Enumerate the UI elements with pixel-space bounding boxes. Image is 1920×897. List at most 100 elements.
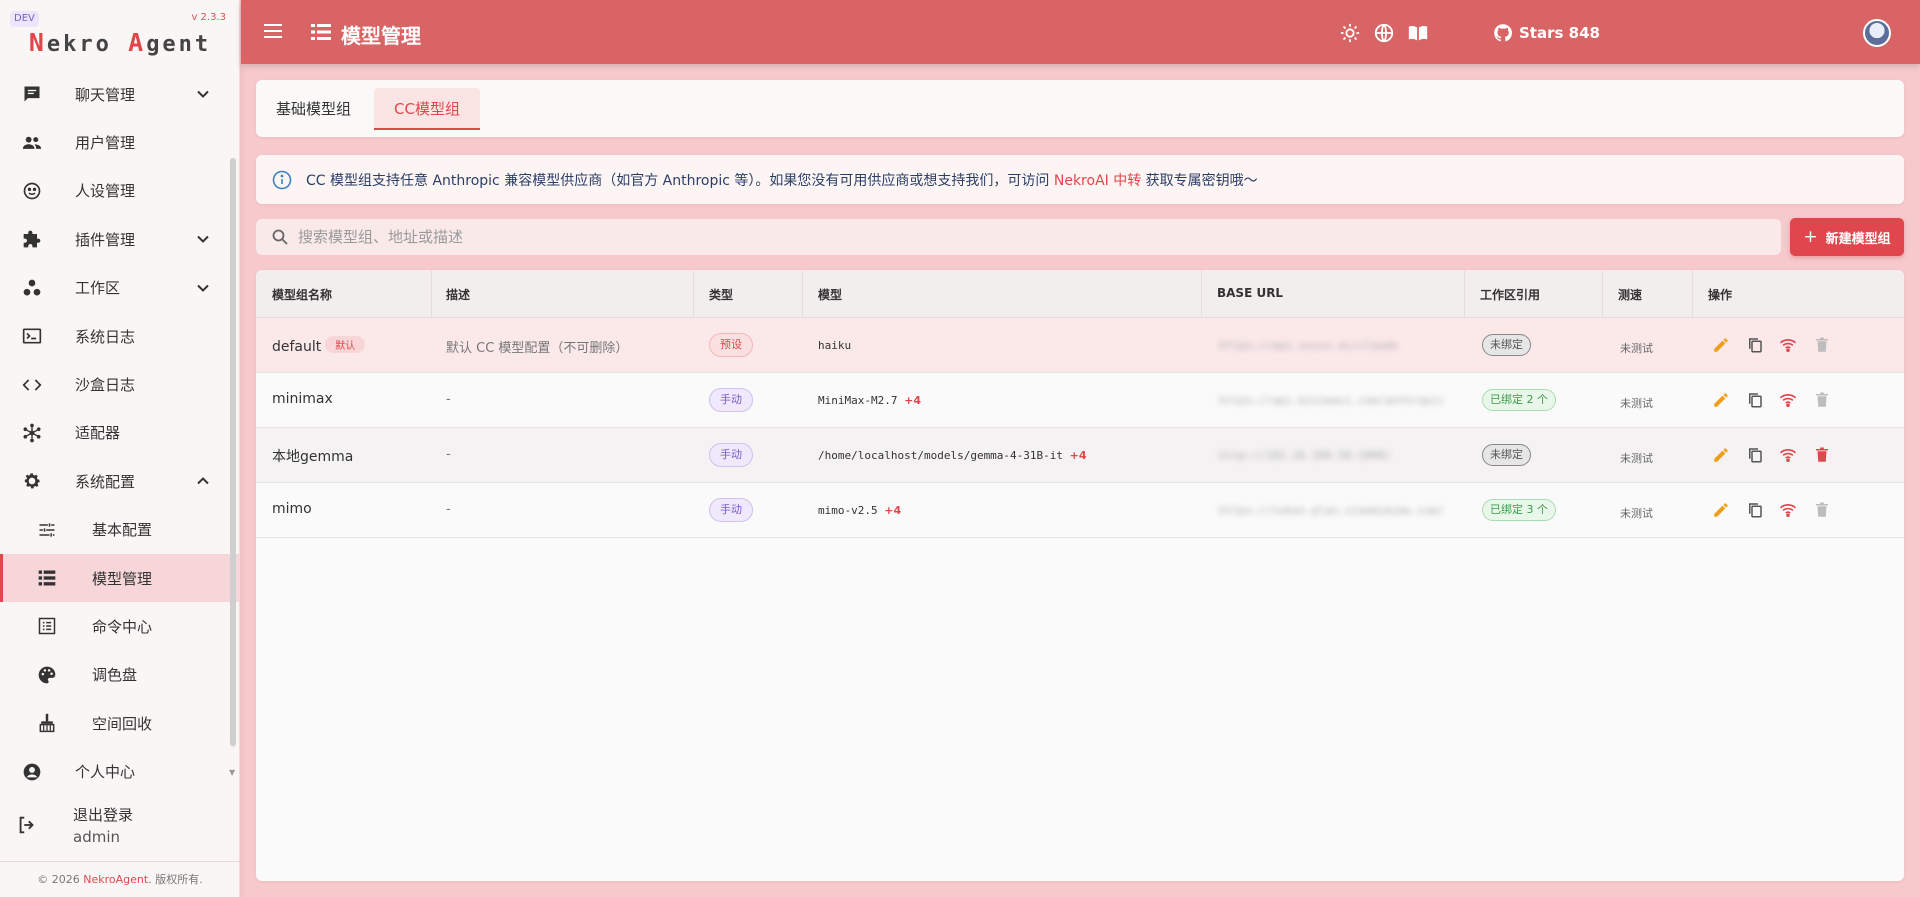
model-name: haiku <box>818 339 852 352</box>
persona-icon <box>22 181 42 201</box>
sidebar-item-label: 基本配置 <box>92 521 153 540</box>
column-header[interactable]: 工作区引用 <box>1480 286 1540 303</box>
terminal-icon <box>22 326 42 346</box>
edit-icon[interactable] <box>1712 501 1730 519</box>
table-row[interactable]: default 默认 默认 CC 模型配置（不可删除） 预设 haiku https://… <box>256 318 1904 373</box>
model-list-icon <box>311 24 331 40</box>
sidebar-item-label: 空间回收 <box>92 714 153 733</box>
more-models-count[interactable]: +4 <box>1070 449 1087 462</box>
model-group-name: mimo <box>272 501 312 517</box>
column-header[interactable]: BASE URL <box>1217 286 1283 300</box>
sidebar-item[interactable]: 调色盘 <box>0 651 240 699</box>
speed-test-wifi-icon[interactable] <box>1779 446 1797 464</box>
sidebar-item[interactable]: 用户管理 <box>0 118 240 166</box>
top-app-bar: 模型管理 Stars 848 <box>241 0 1920 64</box>
workspace-ref-chip: 未绑定 <box>1482 334 1531 356</box>
github-stars[interactable]: Stars 848 <box>1519 24 1600 42</box>
edit-icon[interactable] <box>1712 391 1730 409</box>
sidebar-item-label: 系统配置 <box>75 472 136 491</box>
brand-logo[interactable]: Nekro Agent <box>0 28 240 57</box>
base-url: https://token-plan.xiaomimimo.com/ <box>1219 504 1445 517</box>
list-icon <box>37 568 57 588</box>
more-models-count[interactable]: +4 <box>904 394 921 407</box>
language-globe-icon[interactable] <box>1373 22 1395 44</box>
table-row[interactable]: minimax - 手动 MiniMax-M2.7 +4 https://api.min… <box>256 373 1904 428</box>
logout-button[interactable]: 退出登录 admin <box>0 800 240 860</box>
edit-icon[interactable] <box>1712 446 1730 464</box>
sidebar-item-label: 适配器 <box>75 424 121 443</box>
sidebar-item[interactable]: 工作区 <box>0 264 240 312</box>
table-row[interactable]: 本地gemma - 手动/home/localhost/models/gemma-4… <box>256 428 1904 483</box>
model-name: MiniMax-M2.7 +4 <box>818 394 921 407</box>
sidebar-item[interactable]: 插件管理 <box>0 215 240 263</box>
copy-icon[interactable] <box>1746 391 1764 409</box>
page-title: 模型管理 <box>341 24 421 48</box>
column-header[interactable]: 描述 <box>446 286 470 303</box>
speed-test-wifi-icon[interactable] <box>1779 336 1797 354</box>
sidebar-item[interactable]: 个人中心 <box>0 747 240 795</box>
copy-icon[interactable] <box>1746 336 1764 354</box>
nekroai-relay-link[interactable]: NekroAI 中转 <box>1054 173 1141 189</box>
account-icon <box>22 762 42 782</box>
column-header[interactable]: 类型 <box>709 286 733 303</box>
column-separator <box>693 270 694 318</box>
sidebar-item-label: 用户管理 <box>75 134 136 153</box>
edit-icon[interactable] <box>1712 336 1730 354</box>
scroll-down-arrow-icon[interactable]: ▼ <box>229 768 235 777</box>
info-text: CC 模型组支持任意 Anthropic 兼容模型供应商（如官方 Anthrop… <box>306 173 1258 189</box>
sidebar: DEV v 2.3.3 Nekro Agent 聊天管理用户管理人设管理插件管理… <box>0 0 240 897</box>
github-icon[interactable] <box>1493 23 1513 43</box>
column-header[interactable]: 操作 <box>1708 286 1732 303</box>
column-header[interactable]: 模型组名称 <box>272 286 332 303</box>
new-model-group-button[interactable]: + 新建模型组 <box>1790 218 1904 256</box>
user-avatar[interactable] <box>1863 19 1891 47</box>
sidebar-item[interactable]: 模型管理 <box>0 553 240 603</box>
menu-toggle-icon[interactable] <box>263 22 283 40</box>
sidebar-item-label: 沙盒日志 <box>75 376 136 395</box>
version-label: v 2.3.3 <box>191 12 226 23</box>
search-input[interactable] <box>298 219 1758 255</box>
workspace-ref-chip: 已绑定 3 个 <box>1482 499 1556 521</box>
sidebar-item[interactable]: 系统日志 <box>0 312 240 360</box>
speed-test-wifi-icon[interactable] <box>1779 391 1797 409</box>
speed-test-wifi-icon[interactable] <box>1779 501 1797 519</box>
type-chip: 手动 <box>709 388 753 412</box>
sidebar-item[interactable]: 基本配置 <box>0 506 240 554</box>
sidebar-item[interactable]: 人设管理 <box>0 167 240 215</box>
table-row[interactable]: mimo - 手动 mimo-v2.5 +4 https://token-plan.xi… <box>256 483 1904 538</box>
workspace-ref-chip: 未绑定 <box>1482 444 1531 466</box>
column-header[interactable]: 模型 <box>818 286 842 303</box>
copy-icon[interactable] <box>1746 446 1764 464</box>
theme-toggle-sun-icon[interactable] <box>1339 22 1361 44</box>
sidebar-item[interactable]: 聊天管理 <box>0 70 240 118</box>
chevron-down-icon <box>197 284 209 292</box>
model-group-description: - <box>446 392 451 407</box>
sidebar-item[interactable]: 命令中心 <box>0 602 240 650</box>
delete-icon[interactable] <box>1813 446 1831 464</box>
footer-link[interactable]: NekroAgent <box>83 873 148 886</box>
code-icon <box>22 375 42 395</box>
copy-icon[interactable] <box>1746 501 1764 519</box>
sidebar-item[interactable]: 适配器 <box>0 409 240 457</box>
hub-icon <box>22 423 42 443</box>
tab-basic-model-group[interactable]: 基础模型组 <box>256 88 371 130</box>
logout-label: 退出登录 <box>73 806 134 824</box>
model-group-description: - <box>446 502 451 517</box>
table-header: 模型组名称 描述 类型 模型 BASE URL 工作区引用 测速 操作 <box>256 270 1904 318</box>
column-header[interactable]: 测速 <box>1618 286 1642 303</box>
speed-test-status: 未测试 <box>1620 397 1653 410</box>
sidebar-item[interactable]: 沙盒日志 <box>0 360 240 408</box>
delete-icon <box>1813 501 1831 519</box>
dev-badge: DEV <box>10 11 39 27</box>
more-models-count[interactable]: +4 <box>884 504 901 517</box>
speed-test-status: 未测试 <box>1620 342 1653 355</box>
model-group-table: 模型组名称 描述 类型 模型 BASE URL 工作区引用 测速 操作 default 默认 默认… <box>256 270 1904 881</box>
docs-book-icon[interactable] <box>1407 22 1429 44</box>
sidebar-item-label: 人设管理 <box>75 182 136 201</box>
sidebar-scrollbar-thumb[interactable] <box>230 158 236 746</box>
sidebar-item[interactable]: 空间回收 <box>0 699 240 747</box>
model-group-description: - <box>446 447 451 462</box>
plus-icon: + <box>1803 227 1818 247</box>
sidebar-item[interactable]: 系统配置 <box>0 457 240 505</box>
tab-cc-model-group[interactable]: CC模型组 <box>374 88 480 130</box>
